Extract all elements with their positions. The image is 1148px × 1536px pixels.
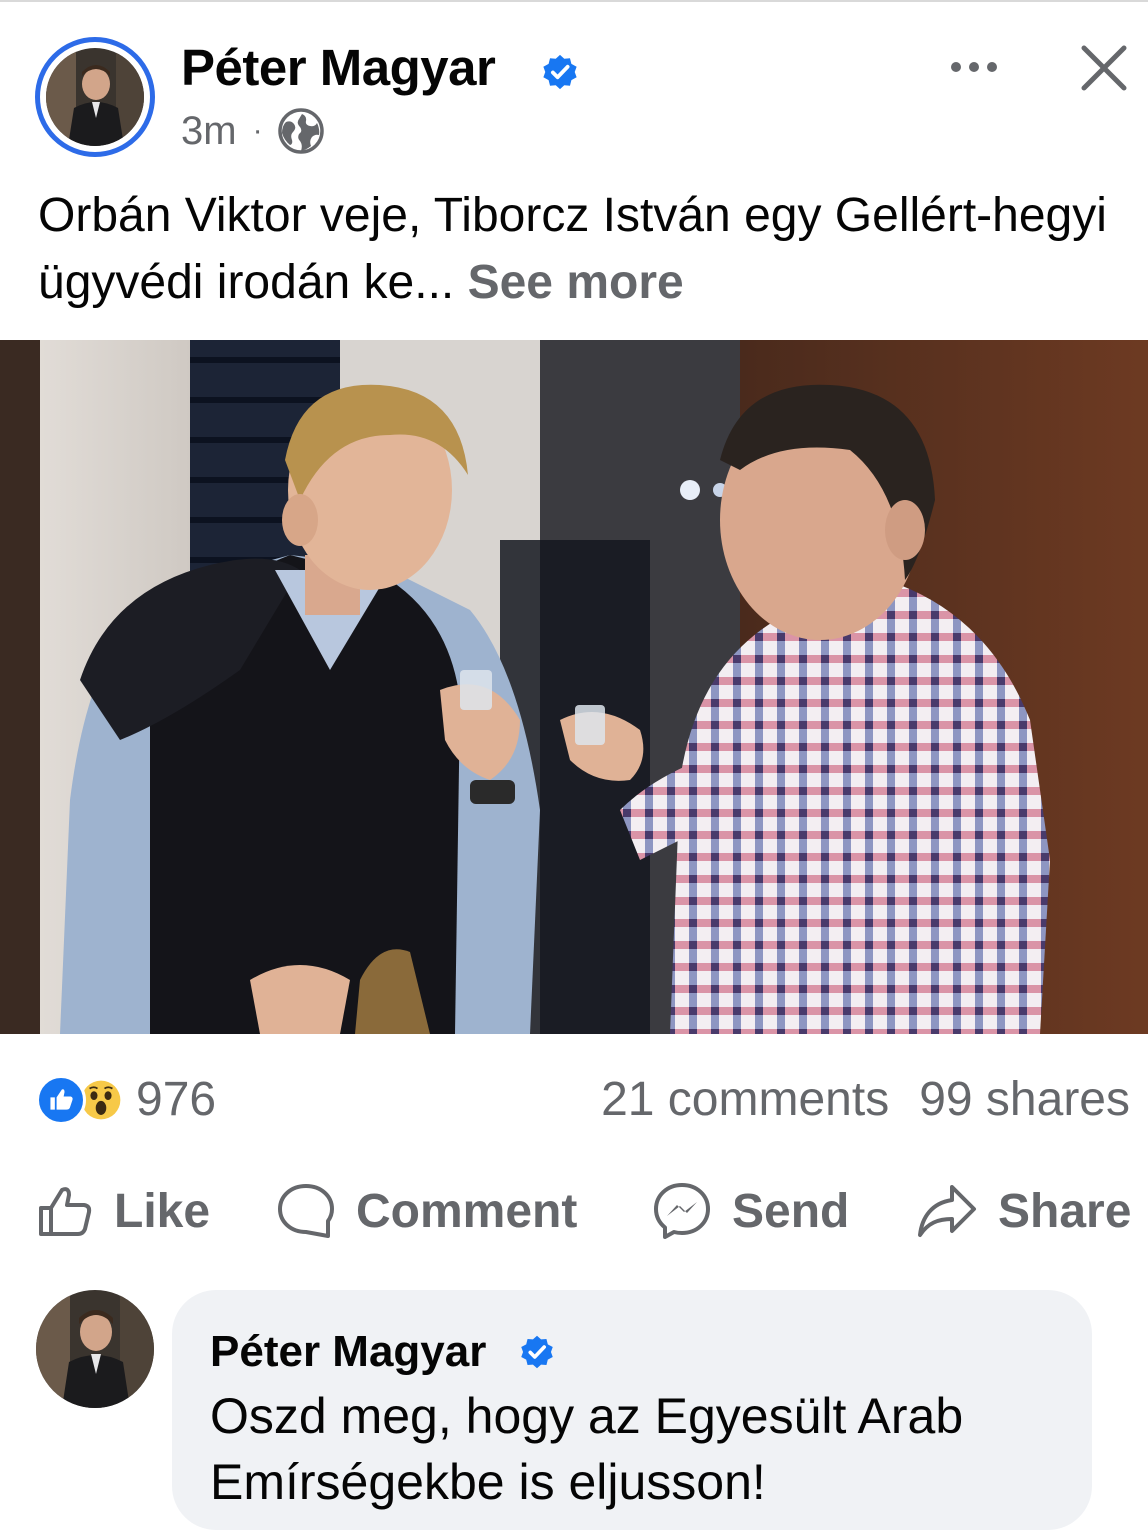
globe-icon[interactable] — [277, 107, 325, 155]
top-divider — [0, 0, 1148, 2]
comment-label: Comment — [356, 1184, 578, 1238]
meta-separator: · — [252, 114, 263, 147]
post-meta: 3m · — [181, 106, 325, 156]
share-label: Share — [998, 1184, 1132, 1238]
more-options-icon[interactable] — [944, 42, 1004, 92]
commenter-name[interactable]: Péter Magyar — [210, 1325, 486, 1379]
like-button[interactable]: Like — [36, 1176, 210, 1246]
action-bar: Like Comment Send Share — [0, 1176, 1148, 1246]
comment-bubble-icon — [278, 1184, 334, 1238]
comment-text: Oszd meg, hogy az Egyesült Arab Emírsége… — [210, 1388, 964, 1510]
thumbs-up-icon — [39, 1187, 92, 1236]
commenter-avatar[interactable] — [36, 1290, 154, 1408]
send-button[interactable]: Send — [652, 1176, 849, 1246]
like-reaction-icon — [36, 1075, 86, 1125]
post-photo[interactable] — [0, 340, 1148, 1034]
share-arrow-icon — [918, 1185, 976, 1237]
engagement-counts: 21 comments 99 shares — [601, 1072, 1130, 1128]
close-icon[interactable] — [1076, 40, 1132, 96]
verified-badge-icon — [543, 54, 577, 90]
send-label: Send — [732, 1184, 850, 1238]
share-button[interactable]: Share — [916, 1176, 1131, 1246]
reaction-count: 976 — [136, 1073, 217, 1126]
comments-count[interactable]: 21 comments — [601, 1072, 889, 1128]
shares-count[interactable]: 99 shares — [919, 1072, 1130, 1128]
author-name[interactable]: Péter Magyar — [181, 38, 496, 98]
commenter-verified-badge-icon — [521, 1335, 553, 1369]
see-more-link[interactable]: See more — [468, 256, 684, 309]
comment-button[interactable]: Comment — [276, 1176, 577, 1246]
author-avatar[interactable] — [46, 48, 144, 146]
like-label: Like — [114, 1184, 211, 1238]
messenger-icon — [654, 1183, 710, 1239]
post-time[interactable]: 3m — [181, 106, 237, 156]
post-text: Orbán Viktor veje, Tiborcz István egy Ge… — [38, 182, 1138, 316]
reactions-summary[interactable]: 976 — [36, 1072, 216, 1128]
